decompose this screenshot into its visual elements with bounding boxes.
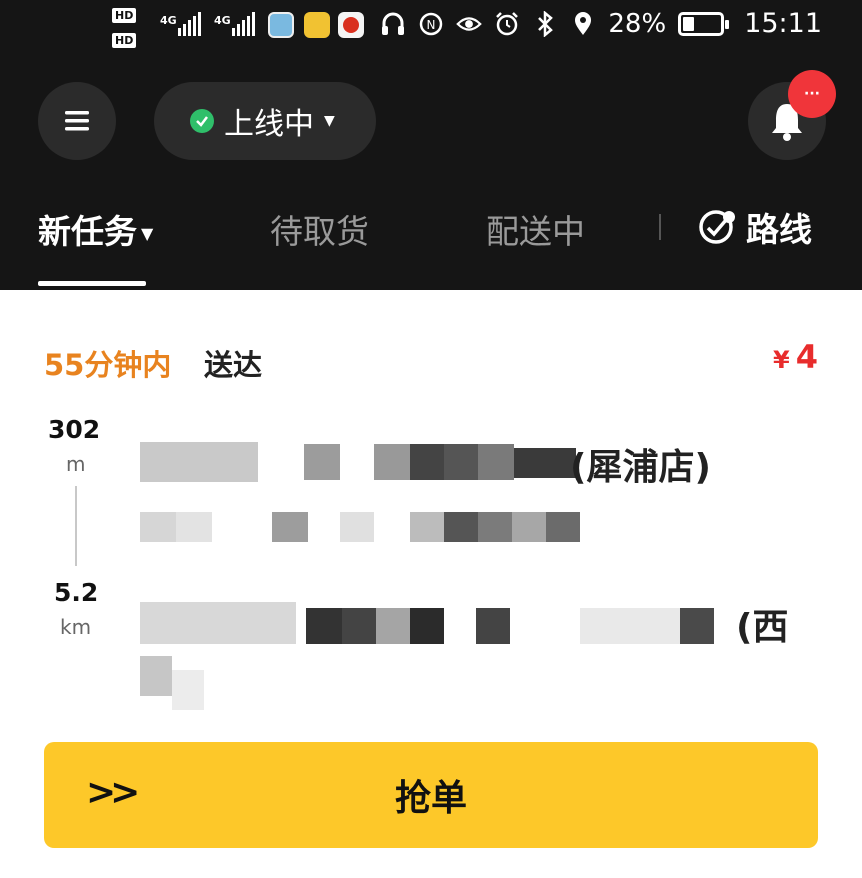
pickup-distance: 302 — [48, 415, 101, 444]
battery-percent: 28% — [608, 8, 667, 39]
tab-label: 配送中 — [486, 212, 585, 251]
battery-icon — [678, 11, 730, 36]
app-notification-icon — [268, 12, 294, 38]
price-value: 4 — [795, 338, 818, 376]
hd-indicator: HD — [112, 8, 137, 23]
tab-pending-pickup[interactable]: 待取货 — [270, 205, 369, 253]
route-icon — [699, 210, 735, 244]
status-bar: HD HD 4G 4G N 28% 15:11 — [0, 0, 862, 56]
bluetooth-icon — [532, 10, 558, 37]
dropoff-name-redacted — [140, 598, 730, 648]
pickup-address-redacted — [140, 510, 580, 544]
chevron-down-icon: ▼ — [324, 113, 335, 129]
pickup-distance-unit: m — [66, 452, 86, 476]
dropoff-store-name: (西 — [736, 607, 789, 648]
delivery-time-suffix: 送达 — [204, 348, 263, 382]
eye-icon — [456, 11, 483, 37]
online-check-icon — [190, 109, 214, 133]
currency-symbol: ¥ — [773, 346, 790, 374]
tab-delivering[interactable]: 配送中 — [486, 205, 585, 253]
pickup-store-name: (犀浦店) — [570, 447, 711, 488]
alarm-icon — [494, 11, 520, 37]
delivery-time-limit: 55分钟内 — [44, 348, 172, 382]
menu-button[interactable] — [38, 82, 116, 160]
dropoff-distance: 5.2 — [54, 578, 99, 607]
network-type-label: 4G — [160, 14, 177, 27]
headphones-icon — [380, 11, 406, 37]
grab-order-button[interactable]: >> 抢单 — [44, 742, 818, 848]
tab-route[interactable]: 路线 — [698, 203, 812, 251]
tab-label: 路线 — [746, 210, 812, 249]
location-icon — [570, 11, 596, 37]
notification-badge: ··· — [788, 70, 836, 118]
online-status-label: 上线中 — [224, 107, 314, 142]
hd-indicator: HD — [112, 33, 137, 48]
signal-icon — [232, 12, 255, 36]
route-connector-line — [75, 486, 77, 566]
hamburger-menu-icon — [65, 111, 89, 131]
clock: 15:11 — [744, 8, 822, 39]
network-type-label: 4G — [214, 14, 231, 27]
pickup-name-redacted — [140, 438, 580, 484]
dropoff-name-second-line-redacted — [140, 650, 204, 712]
app-notification-icon — [338, 12, 364, 38]
nfc-icon: N — [418, 11, 444, 37]
app-notification-icon — [304, 12, 330, 38]
tab-label: 新任务 — [38, 212, 137, 251]
active-tab-indicator — [38, 281, 146, 286]
filter-icon[interactable]: ▼ — [141, 224, 153, 243]
double-chevron-right-icon: >> — [86, 772, 140, 813]
divider — [659, 214, 661, 240]
grab-order-label: 抢单 — [394, 778, 467, 819]
svg-text:N: N — [427, 18, 436, 32]
signal-icon — [178, 12, 201, 36]
tab-label: 待取货 — [270, 212, 369, 251]
order-price: ¥4 — [773, 338, 818, 376]
dropoff-distance-unit: km — [60, 615, 92, 639]
online-status-dropdown[interactable]: 上线中 ▼ — [154, 82, 376, 160]
tab-new-tasks[interactable]: 新任务 ▼ — [38, 205, 153, 253]
status-icons: N 28% 15:11 — [380, 8, 822, 39]
